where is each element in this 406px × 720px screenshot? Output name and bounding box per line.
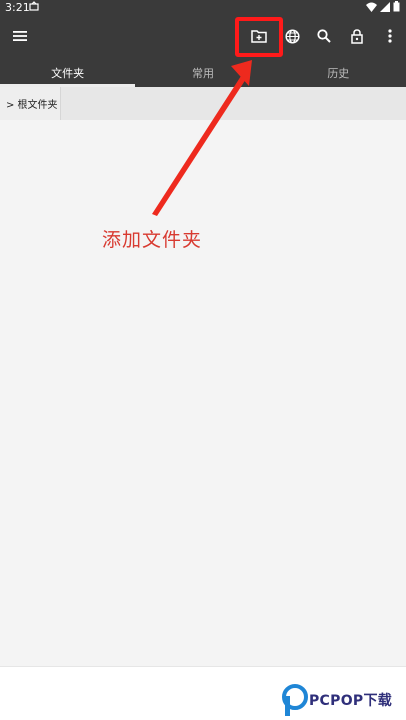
watermark-logo: PCPOP下载 [282,684,406,718]
pcpop-logo-icon [282,684,308,716]
watermark-brand: PCPOP下载 [309,693,393,709]
annotation-label: 添加文件夹 [102,229,203,251]
annotation-arrow [152,60,252,216]
